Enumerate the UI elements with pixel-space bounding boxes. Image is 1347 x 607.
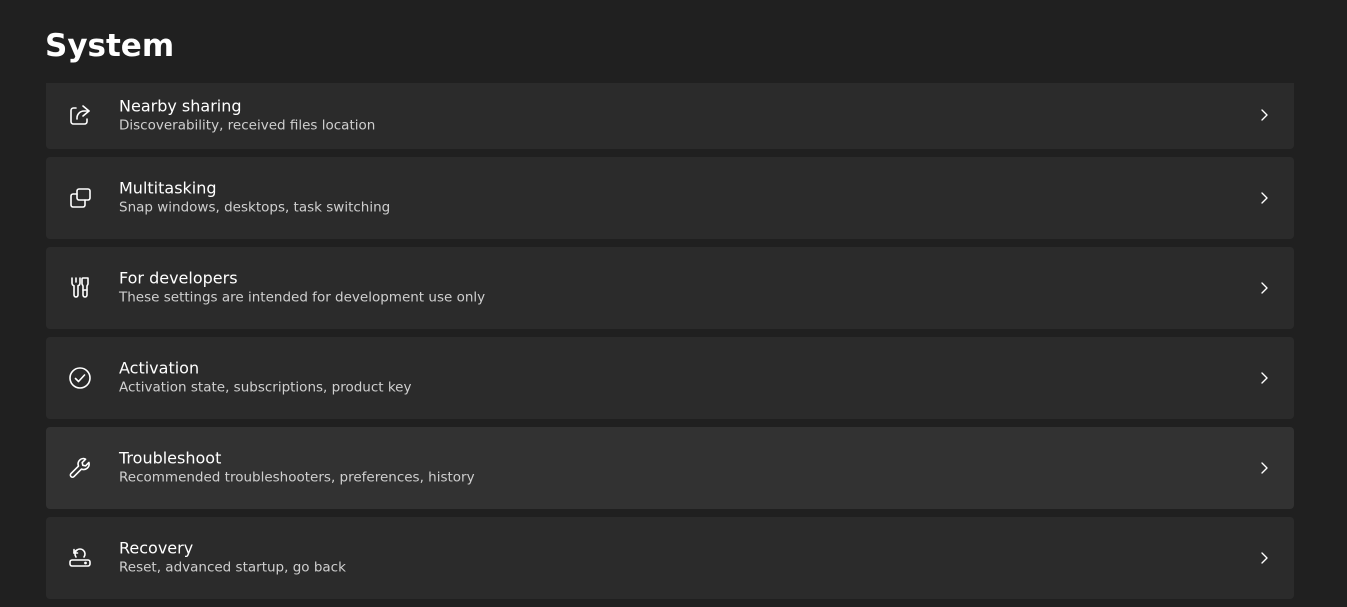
chevron-right-icon	[1256, 550, 1272, 566]
chevron-right-icon	[1256, 280, 1272, 296]
settings-item-for-developers[interactable]: For developers These settings are intend…	[46, 247, 1294, 329]
settings-item-text: Activation Activation state, subscriptio…	[119, 358, 411, 397]
settings-item-subtitle: Reset, advanced startup, go back	[119, 559, 346, 576]
settings-item-title: Activation	[119, 358, 200, 378]
settings-item-recovery[interactable]: Recovery Reset, advanced startup, go bac…	[46, 517, 1294, 599]
settings-item-nearby-sharing[interactable]: Nearby sharing Discoverability, received…	[46, 83, 1294, 149]
chevron-right-icon	[1256, 190, 1272, 206]
page-title: System	[45, 28, 175, 64]
settings-item-subtitle: Recommended troubleshooters, preferences…	[119, 469, 475, 486]
settings-item-subtitle: Activation state, subscriptions, product…	[119, 379, 412, 396]
settings-item-title: For developers	[119, 268, 238, 288]
settings-page: System Nearby sharing Discoverability, r…	[0, 0, 1347, 607]
checkmark-circle-icon	[66, 364, 94, 392]
chevron-right-icon	[1256, 107, 1272, 123]
settings-item-title: Recovery	[119, 538, 194, 558]
settings-item-multitasking[interactable]: Multitasking Snap windows, desktops, tas…	[46, 157, 1294, 239]
wrench-icon	[66, 454, 94, 482]
chevron-right-icon	[1256, 370, 1272, 386]
developer-tools-icon	[66, 274, 94, 302]
settings-item-title: Nearby sharing	[119, 96, 242, 116]
settings-item-subtitle: Discoverability, received files location	[119, 117, 376, 134]
chevron-right-icon	[1256, 460, 1272, 476]
settings-item-title: Multitasking	[119, 178, 217, 198]
settings-item-title: Troubleshoot	[119, 448, 222, 468]
settings-item-text: Nearby sharing Discoverability, received…	[119, 96, 375, 135]
settings-item-text: For developers These settings are intend…	[119, 268, 485, 307]
multitasking-icon	[66, 184, 94, 212]
settings-item-troubleshoot[interactable]: Troubleshoot Recommended troubleshooters…	[46, 427, 1294, 509]
settings-item-text: Troubleshoot Recommended troubleshooters…	[119, 448, 475, 487]
settings-item-text: Recovery Reset, advanced startup, go bac…	[119, 538, 346, 577]
settings-item-subtitle: Snap windows, desktops, task switching	[119, 199, 391, 216]
share-icon	[66, 101, 94, 129]
settings-item-activation[interactable]: Activation Activation state, subscriptio…	[46, 337, 1294, 419]
settings-item-text: Multitasking Snap windows, desktops, tas…	[119, 178, 390, 217]
recovery-icon	[66, 544, 94, 572]
settings-item-subtitle: These settings are intended for developm…	[119, 289, 486, 306]
